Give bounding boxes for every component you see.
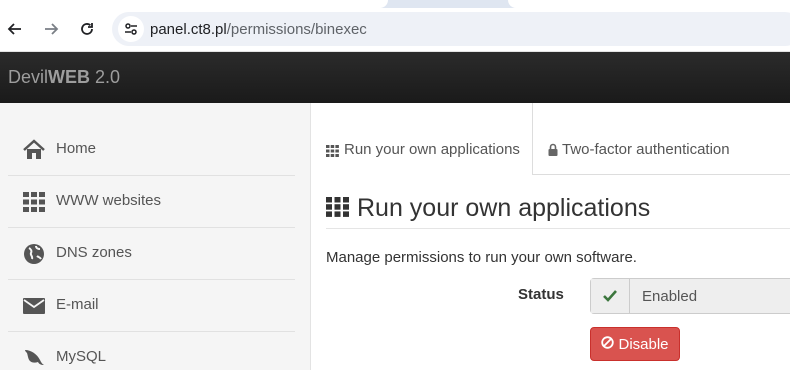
- page-title: Run your own applications: [326, 194, 650, 224]
- app-header: DevilWEB 2.0: [0, 52, 790, 103]
- browser-tab-active[interactable]: [0, 0, 388, 8]
- sidebar-item-email[interactable]: E-mail: [8, 280, 295, 332]
- sidebar-item-home[interactable]: Home: [8, 124, 295, 176]
- brand-logo[interactable]: DevilWEB 2.0: [8, 67, 120, 88]
- tab-bar: Run your own applications Two-factor aut…: [311, 103, 790, 175]
- globe-icon: [22, 242, 46, 266]
- url-host: panel.ct8.pl: [150, 21, 227, 38]
- reload-icon[interactable]: [76, 18, 98, 40]
- sidebar-item-mysql[interactable]: MySQL: [8, 332, 295, 383]
- page-description: Manage permissions to run your own softw…: [326, 249, 637, 266]
- grid-icon: [326, 195, 349, 224]
- status-value: Enabled: [642, 288, 698, 305]
- status-field: Enabled: [590, 278, 790, 314]
- sidebar-item-label: MySQL: [56, 348, 107, 365]
- sidebar-item-label: DNS zones: [56, 244, 132, 261]
- home-icon: [22, 138, 46, 162]
- url-text: panel.ct8.pl/permissions/binexec: [150, 21, 367, 38]
- tab-run-your-own-applications[interactable]: Run your own applications: [311, 103, 533, 175]
- tab-label: Two-factor authentication: [562, 141, 730, 158]
- tab-two-factor-authentication[interactable]: Two-factor authentication: [533, 103, 790, 174]
- brand-version: 2.0: [90, 67, 121, 87]
- sidebar-item-www-websites[interactable]: WWW websites: [8, 176, 295, 228]
- grid-icon: [22, 190, 46, 214]
- sidebar: Home WWW websites DNS zones E-mail MySQL: [0, 103, 311, 370]
- brand-bold: WEB: [48, 67, 91, 87]
- browser-toolbar: panel.ct8.pl/permissions/binexec: [0, 8, 790, 52]
- forward-icon[interactable]: [40, 18, 62, 40]
- tab-label: Run your own applications: [344, 141, 520, 158]
- back-icon[interactable]: [4, 18, 26, 40]
- sidebar-item-label: WWW websites: [56, 192, 161, 209]
- lock-icon: [548, 143, 558, 161]
- check-icon: [591, 279, 630, 313]
- envelope-icon: [22, 294, 46, 318]
- sidebar-item-label: Home: [56, 140, 97, 157]
- disable-label: Disable: [618, 335, 669, 353]
- grid-icon: [326, 144, 339, 162]
- browser-tab[interactable]: [508, 0, 790, 8]
- address-bar[interactable]: panel.ct8.pl/permissions/binexec: [112, 12, 790, 46]
- ban-icon: [601, 335, 615, 353]
- brand-prefix: Devil: [8, 67, 49, 87]
- browser-tab-strip: [0, 0, 790, 8]
- sidebar-item-dns-zones[interactable]: DNS zones: [8, 228, 295, 280]
- url-path: /permissions/binexec: [226, 21, 367, 38]
- sidebar-item-label: E-mail: [56, 296, 99, 313]
- disable-button[interactable]: Disable: [590, 327, 680, 361]
- status-label: Status: [518, 286, 564, 303]
- site-info-icon[interactable]: [118, 16, 144, 42]
- page-title-text: Run your own applications: [357, 194, 651, 222]
- dolphin-icon: [22, 346, 46, 370]
